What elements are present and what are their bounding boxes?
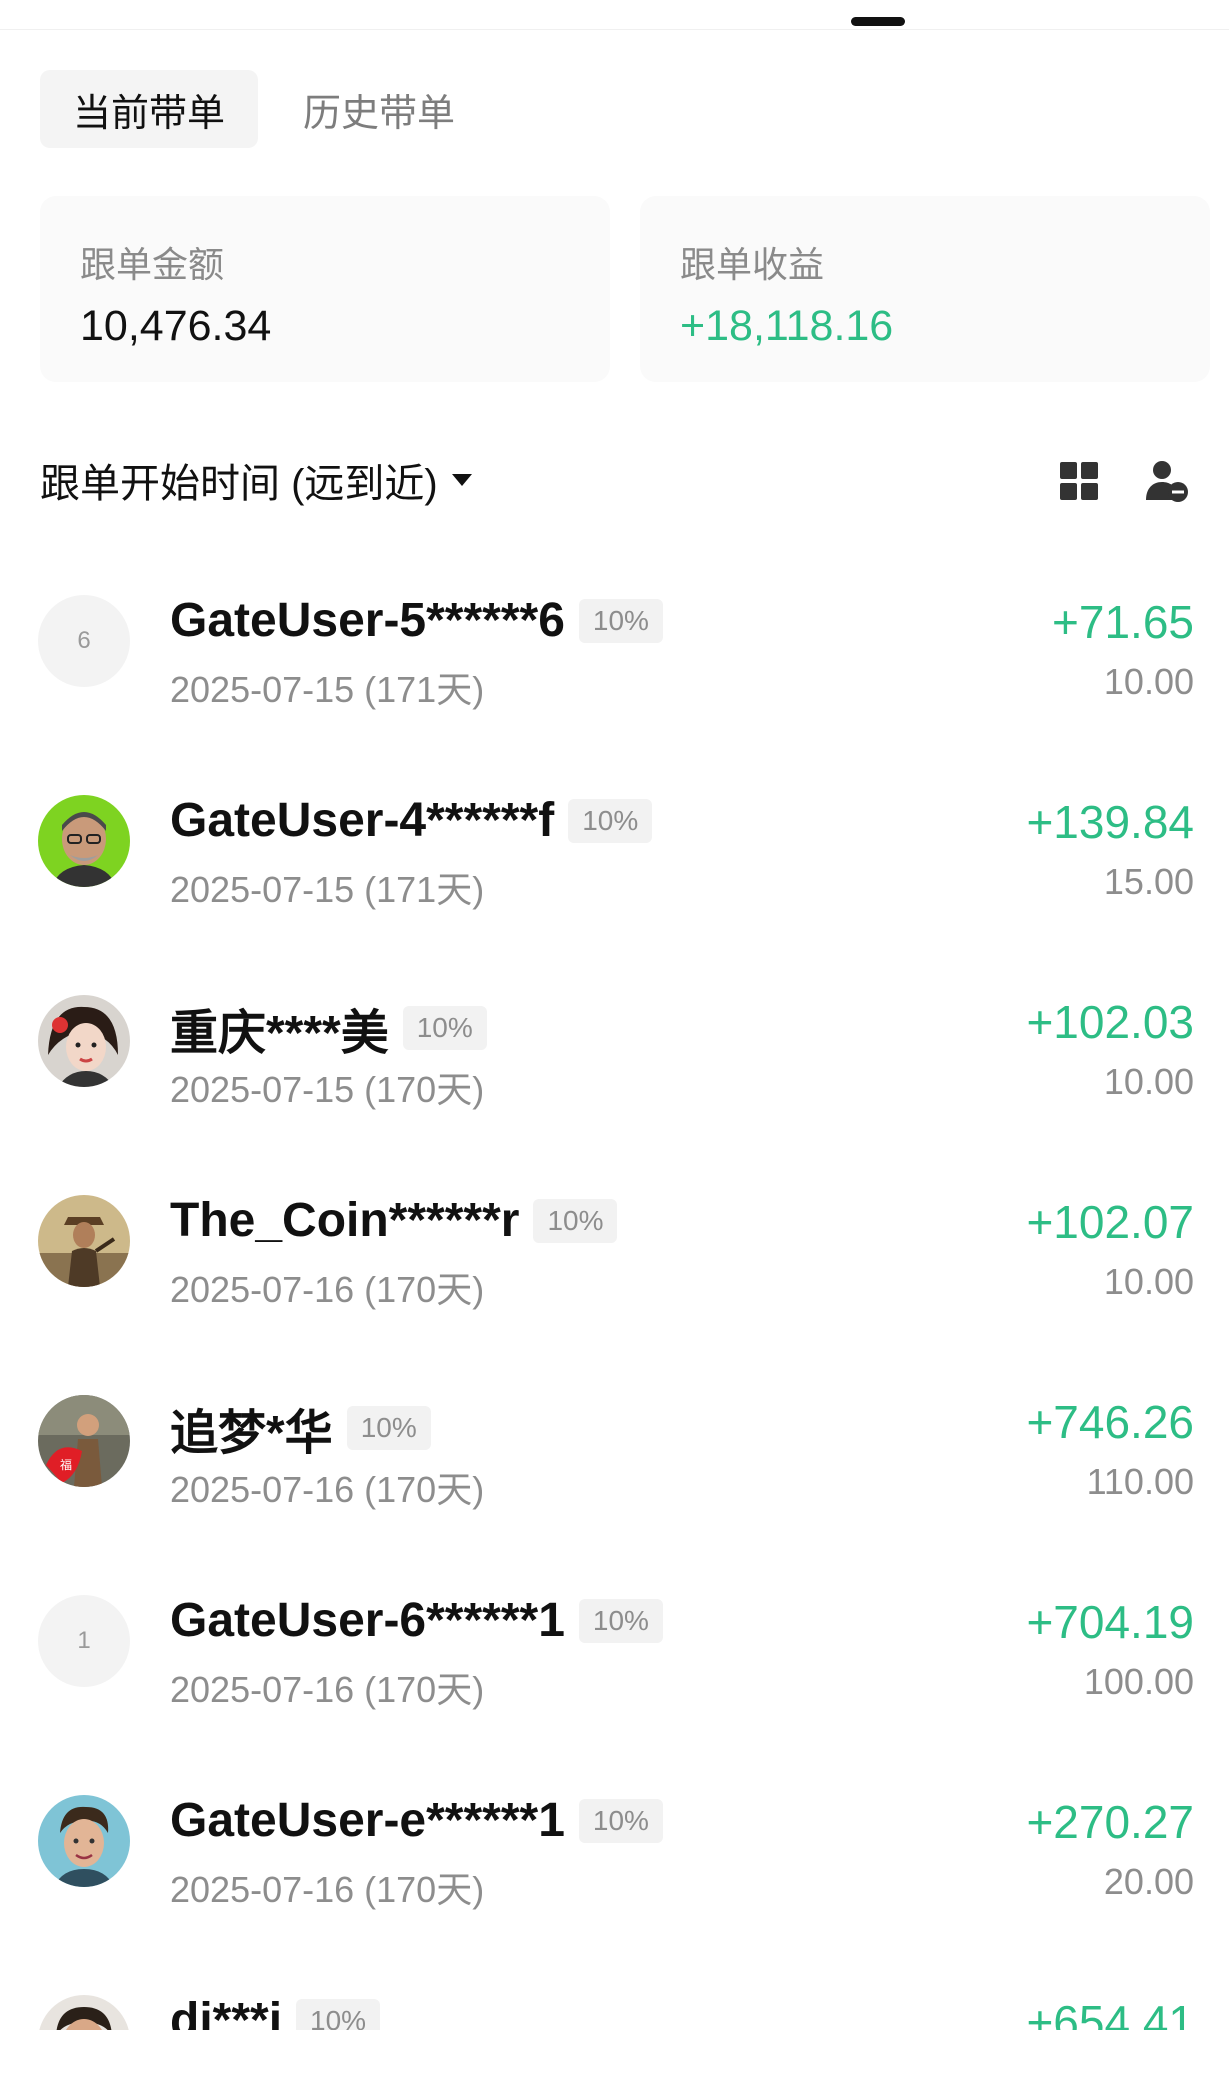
top-strip [0, 0, 1229, 30]
tab-bar: 当前带单 历史带单 [40, 70, 488, 148]
ratio-badge: 10% [578, 598, 663, 643]
follow-amount-value: 10,476.34 [80, 302, 272, 350]
svg-text:福: 福 [60, 1457, 72, 1472]
follow-amount: 15.00 [1103, 861, 1194, 902]
follower-name: GateUser-e******1 [170, 1794, 565, 1847]
ratio-badge: 10% [533, 1198, 618, 1243]
name-line: GateUser-6******1 10% [170, 1593, 663, 1648]
follower-row[interactable]: 6 GateUser-5******6 10% 2025-07-15 (171天) +7… [0, 545, 1229, 710]
profit-value: +139.84 [1026, 796, 1194, 848]
start-date: 2025-07-15 (170天) [170, 1069, 485, 1110]
follow-profit-card: 跟单收益 +18,118.16 [640, 196, 1210, 382]
follow-amount-card: 跟单金额 10,476.34 [40, 196, 610, 382]
follow-profit-label: 跟单收益 [680, 244, 825, 285]
start-date: 2025-07-15 (171天) [170, 669, 485, 710]
follow-amount: 110.00 [1086, 1461, 1194, 1502]
ratio-badge: 10% [402, 1006, 487, 1050]
follow-amount-label: 跟单金额 [80, 244, 225, 285]
follower-name: GateUser-6******1 [170, 1594, 565, 1647]
name-line: GateUser-e******1 10% [170, 1793, 663, 1848]
profit-value: +746.26 [1026, 1396, 1194, 1448]
start-date: 2025-07-16 (170天) [170, 1269, 485, 1310]
follower-name: 追梦*华 [170, 1407, 333, 1460]
grid-view-icon[interactable] [1058, 460, 1100, 502]
avatar[interactable] [38, 995, 130, 1087]
follower-name: GateUser-4******f [170, 794, 555, 847]
follow-profit-value: +18,118.16 [680, 302, 894, 350]
follower-row[interactable]: GateUser-e******1 10% 2025-07-16 (170天) +27… [0, 1745, 1229, 1910]
profit-value: +654.41 [1026, 1996, 1194, 2030]
follower-row[interactable]: GateUser-4******f 10% 2025-07-15 (171天) +13… [0, 745, 1229, 910]
avatar[interactable] [38, 1795, 130, 1887]
follower-name: di***i [170, 1994, 283, 2030]
avatar[interactable]: 1 [38, 1595, 130, 1687]
name-line: GateUser-4******f 10% [170, 793, 653, 848]
caret-down-icon[interactable] [451, 474, 472, 486]
ratio-badge: 10% [568, 798, 653, 843]
ratio-badge: 10% [296, 1998, 381, 2030]
follow-amount: 100.00 [1083, 1661, 1194, 1702]
avatar[interactable] [38, 795, 130, 887]
sort-bar: 跟单开始时间 (远到近) [40, 450, 1190, 510]
profit-value: +704.19 [1026, 1596, 1194, 1648]
follow-amount: 20.00 [1103, 1861, 1194, 1902]
drag-handle[interactable] [851, 17, 905, 26]
avatar[interactable] [38, 1995, 130, 2030]
follower-row[interactable]: 福 追梦*华 10% 2025-07-16 (170天) +746.26 110.00 [0, 1345, 1229, 1510]
start-date: 2025-07-16 (170天) [170, 1469, 485, 1510]
ratio-badge: 10% [578, 1598, 663, 1643]
start-date: 2025-07-16 (170天) [170, 1869, 485, 1910]
avatar[interactable] [38, 1195, 130, 1287]
user-remove-icon[interactable] [1144, 458, 1190, 504]
tab-history-orders[interactable]: 历史带单 [270, 70, 488, 148]
follower-row[interactable]: 1 GateUser-6******1 10% 2025-07-16 (170天) +7… [0, 1545, 1229, 1710]
name-line: GateUser-5******6 10% [170, 593, 663, 648]
start-date: 2025-07-16 (170天) [170, 1669, 485, 1710]
follower-list: 6 GateUser-5******6 10% 2025-07-15 (171天) +7… [0, 545, 1229, 2030]
follower-name: GateUser-5******6 [170, 594, 565, 647]
follow-amount: 10.00 [1103, 661, 1194, 702]
name-line: 重庆****美 10% [170, 993, 487, 1063]
follow-amount: 10.00 [1103, 1061, 1194, 1102]
profit-value: +270.27 [1026, 1796, 1194, 1848]
start-date: 2025-07-15 (171天) [170, 869, 485, 910]
follower-name: 重庆****美 [170, 1007, 389, 1060]
name-line: 追梦*华 10% [170, 1393, 431, 1463]
tab-current-orders[interactable]: 当前带单 [40, 70, 259, 148]
profit-value: +102.03 [1026, 996, 1194, 1048]
avatar[interactable]: 6 [38, 595, 130, 687]
follower-row[interactable]: di***i 10% +654.41 [0, 1945, 1229, 2030]
profit-value: +102.07 [1026, 1196, 1194, 1248]
name-line: di***i 10% [170, 1993, 381, 2030]
ratio-badge: 10% [346, 1406, 431, 1450]
follower-row[interactable]: 重庆****美 10% 2025-07-15 (170天) +102.03 10.00 [0, 945, 1229, 1110]
follow-amount: 10.00 [1103, 1261, 1194, 1302]
avatar[interactable]: 福 [38, 1395, 130, 1487]
ratio-badge: 10% [578, 1798, 663, 1843]
profit-value: +71.65 [1052, 596, 1194, 648]
sort-dropdown[interactable]: 跟单开始时间 (远到近) [40, 451, 438, 509]
follower-row[interactable]: The_Coin******r 10% 2025-07-16 (170天) +102.… [0, 1145, 1229, 1310]
follower-name: The_Coin******r [170, 1194, 520, 1247]
name-line: The_Coin******r 10% [170, 1193, 618, 1248]
